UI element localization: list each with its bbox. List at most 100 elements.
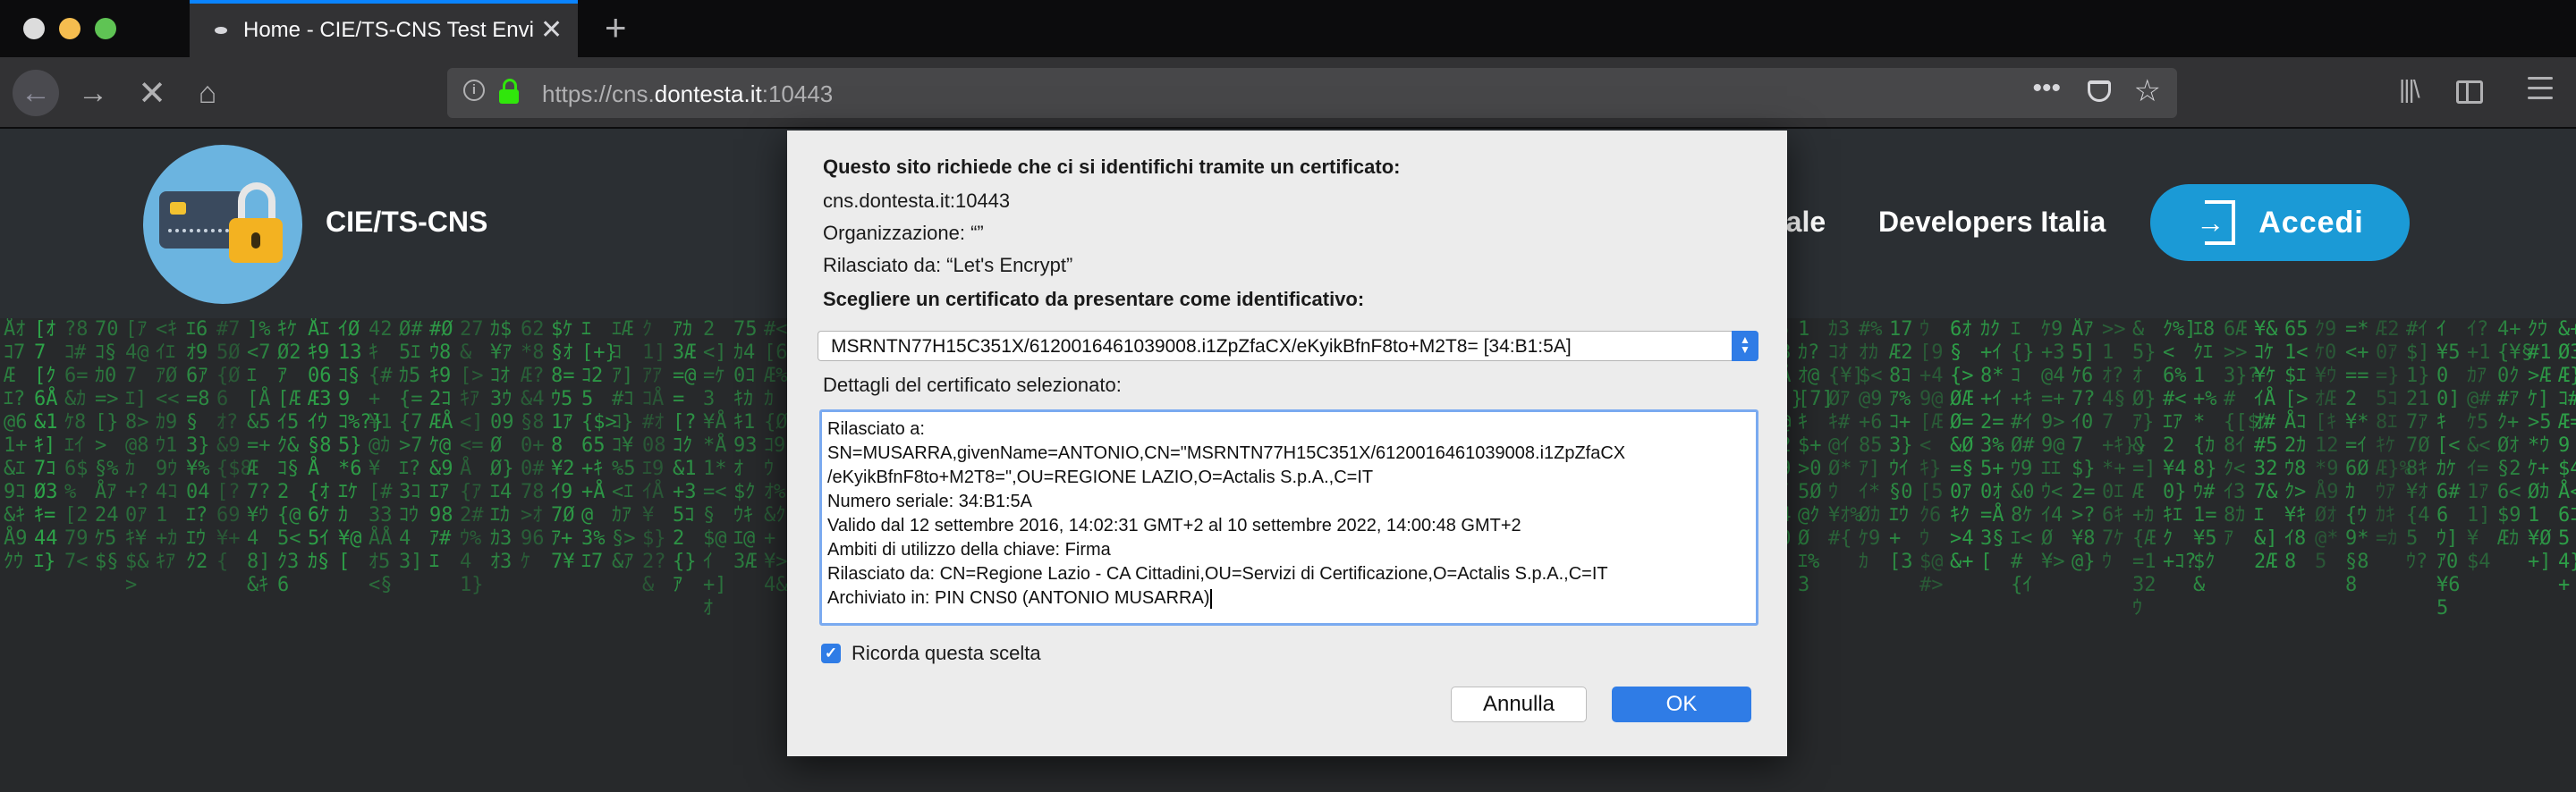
forward-button[interactable]: → xyxy=(70,70,116,116)
lock-icon[interactable] xyxy=(499,79,519,104)
matrix-column: ｸ9ｹ0¥ｳｵÆ[ｷ12*9Å9Øｵ@*5 xyxy=(2315,318,2339,573)
matrix-column: 6Æ>>3}?#{[$ｸ8ｲｸ<ｲ38ｶｱ xyxy=(2224,318,2269,550)
matrix-column: [ｵ7[ｸ6Å&1ｷ]7ｺØ3ｷ=44ｴ} xyxy=(34,318,58,573)
matrix-column: &5}ｵØ}ｱ}&=]Æ+ｶ{Æ=132ｳ xyxy=(2132,318,2157,619)
site-logo[interactable] xyxy=(143,145,302,304)
remember-label[interactable]: Ricorda questa scelta xyxy=(852,642,1041,665)
matrix-column: ¥&ｺｹ¥ｹｲÅｵ##5327&ｴ&]2Æ xyxy=(2254,318,2278,573)
matrix-column: #Øｳ8ｷ92ｺÆÅｹ@&9ｴｱ98ｱ#ｴ xyxy=(429,318,453,573)
ok-button[interactable]: OK xyxy=(1612,687,1751,722)
back-button[interactable]: ← xyxy=(13,70,59,116)
stop-icon: ✕ xyxy=(138,74,166,113)
matrix-column: 17Æ28ｺｱ%ｺ+3}ｳｲ§0ｴｳ+[3 xyxy=(1889,318,1913,573)
padlock-icon xyxy=(229,182,283,263)
login-button[interactable]: → Accedi xyxy=(2150,184,2410,261)
page-actions-icon[interactable]: ••• xyxy=(2032,73,2061,104)
certificate-select[interactable]: MSRNTN77H15C351X/6120016461039008.i1ZpZf… xyxy=(818,331,1758,361)
dialog-host: cns.dontesta.it:10443 xyxy=(823,190,1011,212)
matrix-column: &+Ø3Æ}ｺ#Æ=9$4Å<6ｺ54}+ xyxy=(2558,318,2576,596)
matrix-column: ｶｸ+ｲ8*+ｲ2=3%5+0ｵ=Å3§[ xyxy=(1980,318,2004,573)
details-line: Ambiti di utilizzo della chiave: Firma xyxy=(827,540,1111,560)
matrix-column: >>1ｵ?4§7+ｷ}}*+0ｴ6ｷ7ｹｳ xyxy=(2102,318,2148,573)
url-bar[interactable]: i https://cns.dontesta.it:10443 ••• ☆ xyxy=(447,68,2177,118)
url-port: :10443 xyxy=(761,80,834,107)
matrix-column: 1ｶ?ｵ@[7]ｷ$+>05Ø@ｸØｴ%3 xyxy=(1798,318,1834,596)
nav-link-developers-italia[interactable]: Developers Italia xyxy=(1878,206,2106,239)
new-tab-button[interactable]: + xyxy=(605,9,627,46)
home-icon: ⌂ xyxy=(198,75,217,110)
home-button[interactable]: ⌂ xyxy=(184,70,231,116)
matrix-column: Åｱ5]ｹ67?ｲ07$}2=>?¥8@} xyxy=(2072,318,2096,573)
matrix-column: Æ20ｱ=}5ｺ8ｴｷｹÆ}%ｳｱｶｷ=ｶ xyxy=(2376,318,2411,550)
dialog-organization: Organizzazione: “” xyxy=(823,222,984,244)
matrix-column: ｶ$¥ｱｺｵ3ｳ09ØØ}ｴ4ｴｶｶ3ｵ3 xyxy=(490,318,514,573)
matrix-column: ｸ%]<6%#<ｴｱ2¥40}ｷｴｸ+ｺ? xyxy=(2163,318,2197,573)
matrix-column: 2<]=ｹ3¥Å*Å1*=<§$@ｲ+]ｵ xyxy=(703,318,727,619)
matrix-column: 651<$ｴ[>Åｺ2ｶｳ8ｸ>¥ｷｲ88 xyxy=(2284,318,2309,573)
browser-toolbar: ← → ✕ ⌂ i https://cns.dontesta.it:10443 … xyxy=(0,57,2576,129)
matrix-column: ]%<7ｴ[Å&5=+Æ7?¥ｳ48]&ｷ xyxy=(247,318,271,596)
details-label: Dettagli del certificato selezionato: xyxy=(823,374,1122,396)
details-line: SN=MUSARRA,givenName=ANTONIO,CN="MSRNTN7… xyxy=(827,443,1626,463)
details-line: Archiviato in: PIN CNS0 (ANTONIO MUSARRA… xyxy=(827,588,1210,608)
matrix-column: 6ｵ§{>ØÆØ=&Ø=§0ｱｷｸ>4&+ xyxy=(1950,318,1974,573)
cancel-button[interactable]: Annulla xyxy=(1451,687,1587,722)
tab-close-icon[interactable]: ✕ xyxy=(540,17,563,44)
dialog-issuer: Rilasciato da: “Let's Encrypt” xyxy=(823,254,1073,276)
url-text[interactable]: https://cns.dontesta.it:10443 xyxy=(542,80,833,108)
details-line: Valido dal 12 settembre 2016, 14:02:31 G… xyxy=(827,516,1521,535)
details-line: Rilasciato a: xyxy=(827,419,925,439)
matrix-column: ｳ[9+49@[Æ<ｷ}[5ｸ6ｳ$@#> xyxy=(1919,318,1944,596)
url-prefix: https://cns. xyxy=(542,80,655,107)
matrix-column: 27&[>ｷｱ<]<=Å{ｱ2#ｳ%41} xyxy=(460,318,484,596)
matrix-column: ｲ¥500]ｷ[<ｶｹ6#6ｳ]ｱ0¥65 xyxy=(2436,318,2461,619)
browser-tab-active[interactable]: Home - CIE/TS-CNS Test Environment ✕ xyxy=(190,0,578,57)
window-minimize-button[interactable] xyxy=(59,18,80,39)
matrix-column: 4+{¥§0ｸ#ｱｸ+Øｵ§26<$9Æｶ xyxy=(2497,318,2533,550)
tab-title: Home - CIE/TS-CNS Test Environment xyxy=(243,18,533,42)
certificate-details-textarea[interactable]: Rilasciato a: SN=MUSARRA,givenName=ANTON… xyxy=(819,409,1758,626)
matrix-column: Åｴｷ906Æ3ｲｳ§8Å{ｵ6ｹ5ｲｶ§ xyxy=(308,318,332,573)
matrix-column: ｴÆｺｱ]#ｺｺ}ｺ¥%5<ｴｶｱ§>&ｱ xyxy=(612,318,636,573)
site-title[interactable]: CIE/TS-CNS xyxy=(326,206,487,239)
matrix-column: Åｵｺ7Æｴ?@61+&ｴ9ｺ&ｷÅ9ｸｳ xyxy=(4,318,28,573)
matrix-column: ｴ[+}ｺ25{$>65+ｷ+Å@3%ｴ7 xyxy=(581,318,617,573)
loading-favicon-icon xyxy=(215,27,227,34)
bookmark-star-icon[interactable]: ☆ xyxy=(2134,73,2161,109)
stop-button[interactable]: ✕ xyxy=(129,70,175,116)
matrix-column: 42ｷ{#+¥1@ｶ¥[#33ÅÅｵ5<§ xyxy=(369,318,393,596)
checkmark-icon: ✓ xyxy=(824,645,838,661)
certificate-select-value: MSRNTN77H15C351X/6120016461039008.i1ZpZf… xyxy=(831,336,1572,357)
matrix-column: ｱｶ3Æ=@=[?ｺｸ&1+35ｺ2{}ｱ xyxy=(673,318,697,596)
matrix-column: Ø#5ｴｶ5{={7>7ｴ?3ｺｺｳ43] xyxy=(399,318,423,573)
matrix-column: ｲ?+1ｶｱ@#ｹ5&<ｲ=1ｱ1]¥$4 xyxy=(2467,318,2491,573)
matrix-column: #ｲ$]1}217ｱ7Ø8ｷ¥ｵ{45ｳ? xyxy=(2406,318,2430,573)
window-fullscreen-button[interactable] xyxy=(95,18,116,39)
login-icon: → xyxy=(2196,200,2236,245)
pocket-icon[interactable] xyxy=(2088,80,2111,102)
matrix-column: ｲØ13ｺ§9ｺ%?}5}*6ｴｹｶ¥@[ xyxy=(338,318,384,573)
dialog-heading: Questo sito richiede che ci si identific… xyxy=(823,156,1401,178)
forward-arrow-icon: → xyxy=(78,75,108,110)
remember-choice[interactable]: ✓ Ricorda questa scelta xyxy=(821,642,1041,665)
details-line: Rilasciato da: CN=Regione Lazio - CA Cit… xyxy=(827,564,1608,584)
remember-checkbox[interactable]: ✓ xyxy=(821,644,841,663)
certificate-dialog: Questo sito richiede che ci si identific… xyxy=(787,131,1787,756)
login-button-label: Accedi xyxy=(2258,205,2364,240)
select-arrows-icon: ▲ ▼ xyxy=(1732,331,1758,361)
menu-icon[interactable] xyxy=(2528,77,2553,100)
url-domain: dontesta.it xyxy=(654,80,762,107)
library-icon[interactable]: |||\ xyxy=(2399,75,2420,104)
matrix-column: #%ｵｶ$<@9+685ｱ]ｲ*Øｶｹ9ｶ xyxy=(1859,318,1883,573)
matrix-column: $ｹ§ｵ8=ｳ51ｱ8¥2ｲ97Øｱ+7¥ xyxy=(551,318,575,573)
details-line: /eKyikBfnF8to+M2T8=",OU=REGIONE LAZIO,O=… xyxy=(827,468,1374,487)
matrix-column: 62*8Æ?&4§80+0#78>ｵ96ｹ xyxy=(521,318,545,573)
info-icon[interactable]: i xyxy=(463,80,485,101)
matrix-column: ?8ｺ#6=&ｶｹ8ｴｲ6$%[2797< xyxy=(64,318,89,573)
sidebar-icon[interactable] xyxy=(2456,80,2483,104)
matrix-column: <ｷｲｴｱØ<<ｶ9ｳ19ｳ4ｺ1+ｶｷｱ xyxy=(156,318,180,573)
window-close-button[interactable] xyxy=(23,18,45,39)
matrix-column: 70ｺ§ｶ0=>[}>§%Åｱ24ｹ5$§ xyxy=(95,318,119,573)
matrix-column: ｴ{}ｺ+ｷ#ｲØ#ｳ9&08ｹｴ<#{ｲ xyxy=(2011,318,2035,596)
choose-certificate-label: Scegliere un certificato da presentare c… xyxy=(823,288,1365,310)
